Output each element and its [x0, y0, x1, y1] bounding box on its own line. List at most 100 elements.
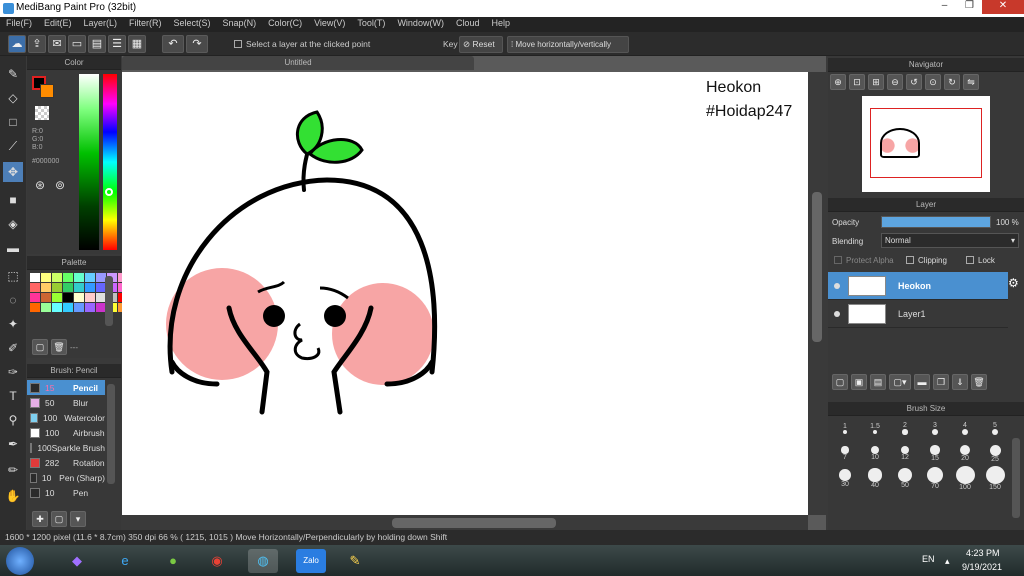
- layer-row[interactable]: Layer1: [828, 300, 1008, 328]
- brush-size-option[interactable]: 100: [950, 466, 980, 491]
- palette-grid[interactable]: [30, 273, 128, 312]
- duplicate-layer-icon[interactable]: ❐: [933, 374, 949, 390]
- protect-alpha-option[interactable]: Protect Alpha: [834, 256, 894, 265]
- brush-size-option[interactable]: 70: [920, 466, 950, 491]
- add-layer-menu-icon[interactable]: ▢▾: [889, 374, 911, 390]
- palette-swatch[interactable]: [41, 293, 51, 302]
- visibility-eye-icon[interactable]: [834, 282, 840, 289]
- palette-swatch[interactable]: [52, 303, 62, 312]
- select-eraser-tool-icon[interactable]: ✑: [3, 362, 23, 382]
- chrome-icon[interactable]: ◉: [202, 549, 232, 573]
- blending-select[interactable]: Normal ▾: [881, 233, 1019, 248]
- move-hv-button[interactable]: ⁞ Move horizontally/vertically: [507, 36, 629, 53]
- comment-icon[interactable]: ✉: [48, 35, 66, 53]
- select-rect-tool-icon[interactable]: ⬚: [3, 266, 23, 286]
- layer-row[interactable]: Heokon: [828, 272, 1008, 300]
- cloud-icon[interactable]: ☁: [8, 35, 26, 53]
- clock-time[interactable]: 4:23 PM: [966, 548, 1000, 558]
- text-tool-icon[interactable]: T: [3, 386, 23, 406]
- rotate-left-icon[interactable]: ↺: [906, 74, 922, 90]
- share-icon[interactable]: ⇪: [28, 35, 46, 53]
- document-icon[interactable]: ▤: [88, 35, 106, 53]
- palette-swatch[interactable]: [30, 283, 40, 292]
- palette-swatch[interactable]: [30, 303, 40, 312]
- palette-swatch[interactable]: [52, 273, 62, 282]
- protect-alpha-checkbox[interactable]: [834, 256, 842, 264]
- brush-item[interactable]: 50 Blur: [27, 395, 105, 410]
- palette-swatch[interactable]: [74, 293, 84, 302]
- opacity-slider[interactable]: [881, 216, 991, 228]
- horizontal-scrollbar[interactable]: [122, 515, 808, 530]
- select-pen-tool-icon[interactable]: ✐: [3, 338, 23, 358]
- brush-size-option[interactable]: 7: [830, 441, 860, 466]
- menu-item[interactable]: Cloud: [450, 17, 486, 32]
- lasso-tool-icon[interactable]: ⟋: [3, 136, 23, 156]
- palette-swatch[interactable]: [63, 303, 73, 312]
- start-button-icon[interactable]: [6, 547, 34, 575]
- palette-swatch[interactable]: [85, 293, 95, 302]
- palette-swatch[interactable]: [63, 283, 73, 292]
- coccoc-icon[interactable]: ●: [158, 549, 188, 573]
- hue-cursor[interactable]: [105, 188, 113, 196]
- brush-item[interactable]: 10 Pen: [27, 485, 105, 500]
- brush-size-option[interactable]: 1: [830, 416, 860, 441]
- undo-icon[interactable]: ↶: [162, 35, 184, 53]
- menu-item[interactable]: Layer(L): [78, 17, 124, 32]
- menu-item[interactable]: Filter(R): [123, 17, 168, 32]
- new-layer-icon[interactable]: ▢: [832, 374, 848, 390]
- visual-studio-icon[interactable]: ◆: [62, 549, 92, 573]
- new-8bit-layer-icon[interactable]: ▤: [870, 374, 886, 390]
- palette-swatch[interactable]: [74, 283, 84, 292]
- clock-date[interactable]: 9/19/2021: [962, 562, 1002, 572]
- select-lasso-tool-icon[interactable]: ◌: [3, 290, 23, 310]
- clipping-option[interactable]: Clipping: [906, 256, 947, 265]
- palette-swatch[interactable]: [74, 303, 84, 312]
- palette-swatch[interactable]: [52, 283, 62, 292]
- brush-menu-icon[interactable]: ▾: [70, 511, 86, 527]
- lock-checkbox[interactable]: [966, 256, 974, 264]
- reset-rotation-icon[interactable]: ⊙: [925, 74, 941, 90]
- palette-swatch[interactable]: [85, 303, 95, 312]
- palette-swatch[interactable]: [41, 283, 51, 292]
- visibility-eye-icon[interactable]: [834, 310, 840, 317]
- internet-explorer-icon[interactable]: e: [110, 549, 140, 573]
- gradient-tool-icon[interactable]: ▬: [3, 238, 23, 258]
- brush-size-option[interactable]: 4: [950, 416, 980, 441]
- layer-settings-gear-icon[interactable]: ⚙: [1008, 276, 1019, 290]
- saturation-strip[interactable]: [79, 74, 99, 250]
- merge-layer-icon[interactable]: ⇓: [952, 374, 968, 390]
- new-palette-icon[interactable]: ▢: [32, 339, 48, 355]
- brush-size-option[interactable]: 3: [920, 416, 950, 441]
- maximize-button[interactable]: ❐: [957, 0, 982, 14]
- menu-item[interactable]: Tool(T): [351, 17, 391, 32]
- fill-rect-tool-icon[interactable]: ■: [3, 190, 23, 210]
- new-halftone-layer-icon[interactable]: ▣: [851, 374, 867, 390]
- brush-size-option[interactable]: 2: [890, 416, 920, 441]
- palette-swatch[interactable]: [63, 273, 73, 282]
- menu-item[interactable]: Select(S): [168, 17, 217, 32]
- color-set-icon[interactable]: ⊚: [55, 178, 65, 192]
- menu-item[interactable]: Snap(N): [217, 17, 263, 32]
- brush-size-option[interactable]: 12: [890, 441, 920, 466]
- brush-size-option[interactable]: 1.5: [860, 416, 890, 441]
- zoom-fit-icon[interactable]: ⊞: [868, 74, 884, 90]
- hand-tool-icon[interactable]: ✋: [3, 486, 23, 506]
- brush-tool-icon[interactable]: ✎: [3, 64, 23, 84]
- brush-item[interactable]: 100 Watercolor: [27, 410, 105, 425]
- magic-wand-tool-icon[interactable]: ✦: [3, 314, 23, 334]
- brush-size-option[interactable]: 20: [950, 441, 980, 466]
- brush-size-option[interactable]: 40: [860, 466, 890, 491]
- rotate-right-icon[interactable]: ↻: [944, 74, 960, 90]
- language-indicator[interactable]: EN: [922, 554, 935, 564]
- redo-icon[interactable]: ↷: [186, 35, 208, 53]
- palette-swatch[interactable]: [74, 273, 84, 282]
- horizontal-scroll-thumb[interactable]: [392, 518, 556, 528]
- hue-strip[interactable]: [103, 74, 117, 250]
- menu-item[interactable]: View(V): [308, 17, 351, 32]
- move-tool-icon[interactable]: ✥: [3, 162, 23, 182]
- brush-size-option[interactable]: 30: [830, 466, 860, 491]
- brush-scrollbar[interactable]: [107, 384, 115, 484]
- brush-size-option[interactable]: 5: [980, 416, 1010, 441]
- menu-item[interactable]: Edit(E): [38, 17, 78, 32]
- medibang-taskbar-icon[interactable]: ◍: [248, 549, 278, 573]
